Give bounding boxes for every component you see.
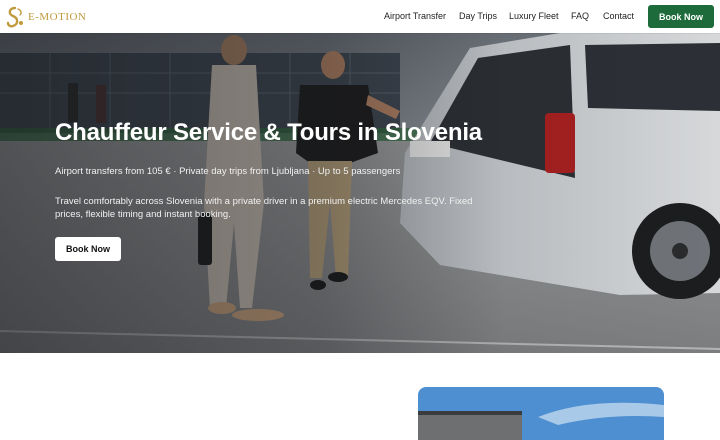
hero-book-now-button[interactable]: Book Now bbox=[55, 237, 121, 261]
hero-section: Chauffeur Service & Tours in Slovenia Ai… bbox=[0, 33, 720, 353]
top-navbar: E-MOTION Airport Transfer Day Trips Luxu… bbox=[0, 0, 720, 33]
hero-overlay bbox=[0, 33, 720, 353]
hero-description: Travel comfortably across Slovenia with … bbox=[55, 196, 473, 220]
hero-title: Chauffeur Service & Tours in Slovenia bbox=[55, 119, 482, 146]
nav-link-airport-transfer[interactable]: Airport Transfer bbox=[384, 11, 446, 21]
nav-link-luxury-fleet[interactable]: Luxury Fleet bbox=[509, 11, 559, 21]
hero-subtitle: Airport transfers from 105 € · Private d… bbox=[55, 166, 401, 177]
nav-link-contact[interactable]: Contact bbox=[603, 11, 634, 21]
nav-links: Airport Transfer Day Trips Luxury Fleet … bbox=[0, 0, 720, 33]
nav-link-faq[interactable]: FAQ bbox=[571, 11, 589, 21]
nav-book-now-button[interactable]: Book Now bbox=[648, 5, 714, 28]
feature-card-image bbox=[418, 387, 664, 440]
nav-link-day-trips[interactable]: Day Trips bbox=[459, 11, 497, 21]
